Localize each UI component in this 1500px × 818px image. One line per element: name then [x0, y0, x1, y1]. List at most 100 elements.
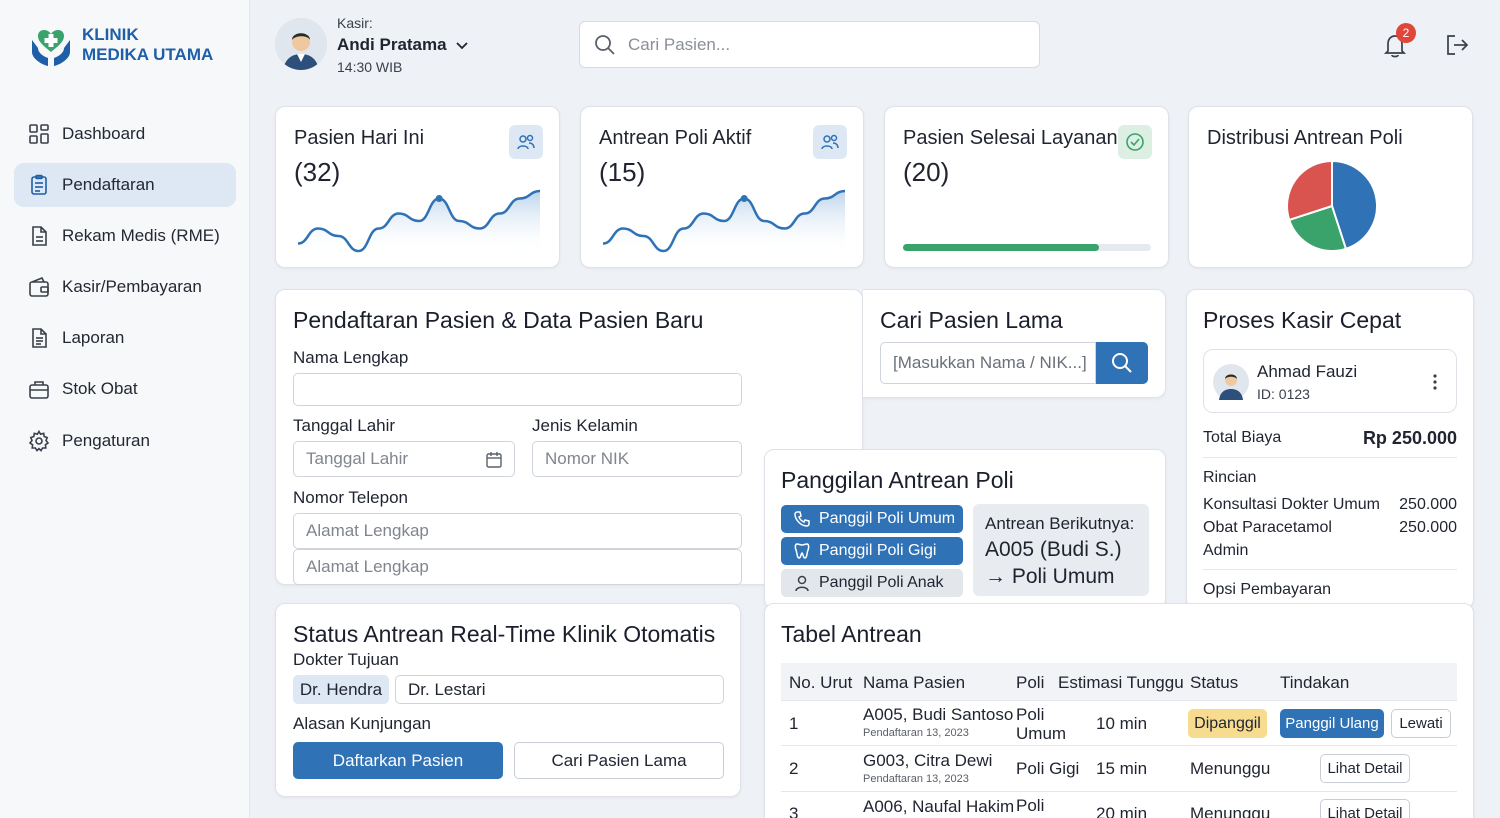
sidebar-item-label: Pengaturan: [62, 431, 150, 450]
cell-estimasi: 15 min: [1096, 759, 1148, 778]
call-poli-umum-button[interactable]: Panggil Poli Umum: [781, 505, 963, 533]
search-old-button[interactable]: [1096, 342, 1148, 384]
brand-line1: KLINIK: [82, 25, 139, 44]
alamat-input-1[interactable]: Alamat Lengkap: [293, 513, 742, 549]
divider: [781, 700, 1457, 701]
sidebar: KLINIK MEDIKA UTAMA Dashboard Pendaftara…: [0, 0, 250, 818]
status-queue-title: Status Antrean Real-Time Klinik Otomatis: [293, 621, 716, 647]
cashier-title: Proses Kasir Cepat: [1203, 307, 1402, 333]
search-old-input[interactable]: [Masukkan Nama / NIK...]: [880, 342, 1096, 384]
sidebar-item-label: Kasir/Pembayaran: [62, 277, 202, 296]
sidebar-item-label: Stok Obat: [62, 379, 138, 398]
notification-badge: 2: [1396, 23, 1416, 43]
cashier-name[interactable]: Andi Pratama: [337, 35, 469, 55]
view-detail-button[interactable]: Lihat Detail: [1320, 754, 1410, 783]
register-patient-button[interactable]: Daftarkan Pasien: [293, 742, 503, 779]
grid-icon: [29, 124, 49, 144]
calling-title: Panggilan Antrean Poli: [781, 467, 1014, 493]
sidebar-item-pengaturan[interactable]: Pengaturan: [14, 419, 236, 463]
report-icon: [32, 328, 47, 348]
cashier-avatar[interactable]: [275, 18, 327, 70]
clinic-logo[interactable]: KLINIK MEDIKA UTAMA: [28, 22, 213, 68]
cell-estimasi: 10 min: [1096, 714, 1148, 733]
users-icon: [517, 134, 535, 150]
calendar-icon[interactable]: [485, 451, 503, 469]
status-badge: Dipanggil: [1188, 709, 1267, 738]
th-no: No. Urut: [789, 673, 853, 692]
doctor-option-lestari[interactable]: Dr. Lestari: [395, 675, 724, 704]
stat-card-distribusi: Distribusi Antrean Poli: [1188, 106, 1473, 268]
cashier-card: [1186, 289, 1474, 609]
sidebar-item-laporan[interactable]: Laporan: [14, 316, 236, 360]
nama-input[interactable]: [293, 373, 742, 406]
next-queue-number: A005 (Budi S.): [985, 538, 1122, 561]
nama-label: Nama Lengkap: [293, 348, 409, 367]
logout-button[interactable]: [1444, 32, 1470, 58]
sparkline-point: [740, 195, 748, 202]
tooth-icon: [794, 543, 810, 559]
divider: [1203, 457, 1457, 458]
current-time: 14:30 WIB: [337, 59, 403, 75]
stat-card-pasien-hari-ini: Pasien Hari Ini (32): [275, 106, 560, 268]
rincian-label: Rincian: [1203, 469, 1257, 486]
call-button-label: Panggil Poli Umum: [819, 510, 956, 527]
call-again-button[interactable]: Panggil Ulang: [1280, 709, 1384, 738]
call-poli-gigi-button[interactable]: Panggil Poli Gigi: [781, 537, 963, 565]
telepon-label: Nomor Telepon: [293, 488, 408, 507]
item-name: Obat Paracetamol: [1203, 519, 1332, 536]
check-icon-box: [1118, 125, 1152, 159]
search-icon: [1112, 353, 1132, 373]
registration-title: Pendaftaran Pasien & Data Pasien Baru: [293, 307, 704, 333]
call-button-label: Panggil Poli Gigi: [819, 542, 937, 559]
call-button-label: Panggil Poli Anak: [819, 574, 944, 591]
sidebar-item-kasir[interactable]: Kasir/Pembayaran: [14, 265, 236, 309]
divider: [781, 791, 1457, 792]
tgl-lahir-input[interactable]: Tanggal Lahir: [293, 441, 515, 477]
doctor-option-hendra[interactable]: Dr. Hendra: [293, 675, 389, 704]
sidebar-item-pendaftaran[interactable]: Pendaftaran: [14, 163, 236, 207]
cell-no: 1: [789, 714, 799, 733]
jenis-kelamin-label: Jenis Kelamin: [532, 416, 638, 435]
more-vertical-icon[interactable]: [1431, 372, 1439, 392]
stat-title: Antrean Poli Aktif: [599, 127, 752, 149]
stat-title: Distribusi Antrean Poli: [1207, 127, 1403, 149]
next-queue-label: Antrean Berikutnya:: [985, 514, 1135, 533]
patient-name: A005, Budi Santoso: [863, 705, 1014, 724]
doctor-label: Dokter Tujuan: [293, 650, 399, 669]
notification-button[interactable]: 2: [1381, 23, 1416, 59]
search-old-title: Cari Pasien Lama: [880, 307, 1063, 333]
alamat-placeholder: Alamat Lengkap: [306, 557, 429, 576]
cashier-patient-name: Ahmad Fauzi: [1257, 362, 1358, 381]
stat-title: Pasien Selesai Layanan: [903, 127, 1118, 149]
pie-chart-distribusi: [1286, 159, 1378, 252]
item-amount: 250.000: [1399, 519, 1457, 536]
view-detail-button[interactable]: Lihat Detail: [1320, 799, 1410, 818]
sidebar-item-rekam-medis[interactable]: Rekam Medis (RME): [14, 214, 236, 258]
gear-icon: [28, 430, 50, 452]
cell-nama: G003, Citra Dewi Pendaftaran 13, 2023: [863, 752, 992, 788]
top-search-bar[interactable]: [579, 21, 1040, 68]
sidebar-item-stok-obat[interactable]: Stok Obat: [14, 367, 236, 411]
item-amount: 250.000: [1399, 496, 1457, 513]
stat-value: (20): [903, 157, 950, 187]
stat-card-antrean-aktif: Antrean Poli Aktif (15): [580, 106, 864, 268]
divider: [781, 745, 1457, 746]
cashier-patient-id: ID: 0123: [1257, 386, 1310, 402]
alamat-input-2[interactable]: Alamat Lengkap: [293, 549, 742, 585]
search-old-patient-button[interactable]: Cari Pasien Lama: [514, 742, 724, 779]
sidebar-item-label: Dashboard: [62, 124, 146, 143]
queue-table-title: Tabel Antrean: [781, 621, 922, 647]
cell-poli: Poli Umum: [1016, 705, 1067, 743]
call-poli-anak-button[interactable]: Panggil Poli Anak: [781, 569, 963, 597]
document-icon: [32, 226, 47, 246]
tgl-lahir-label: Tanggal Lahir: [293, 416, 396, 435]
skip-button[interactable]: Lewati: [1391, 709, 1451, 738]
heart-hands-icon: [32, 30, 70, 66]
sidebar-item-dashboard[interactable]: Dashboard: [14, 112, 236, 156]
nik-input[interactable]: Nomor NIK: [532, 441, 742, 477]
clipboard-icon: [31, 174, 47, 195]
person-icon: [795, 575, 809, 592]
top-search-input[interactable]: [628, 34, 1008, 55]
patient-name: G003, Citra Dewi: [863, 751, 993, 770]
cashier-patient-card[interactable]: Ahmad Fauzi ID: 0123: [1203, 349, 1457, 413]
